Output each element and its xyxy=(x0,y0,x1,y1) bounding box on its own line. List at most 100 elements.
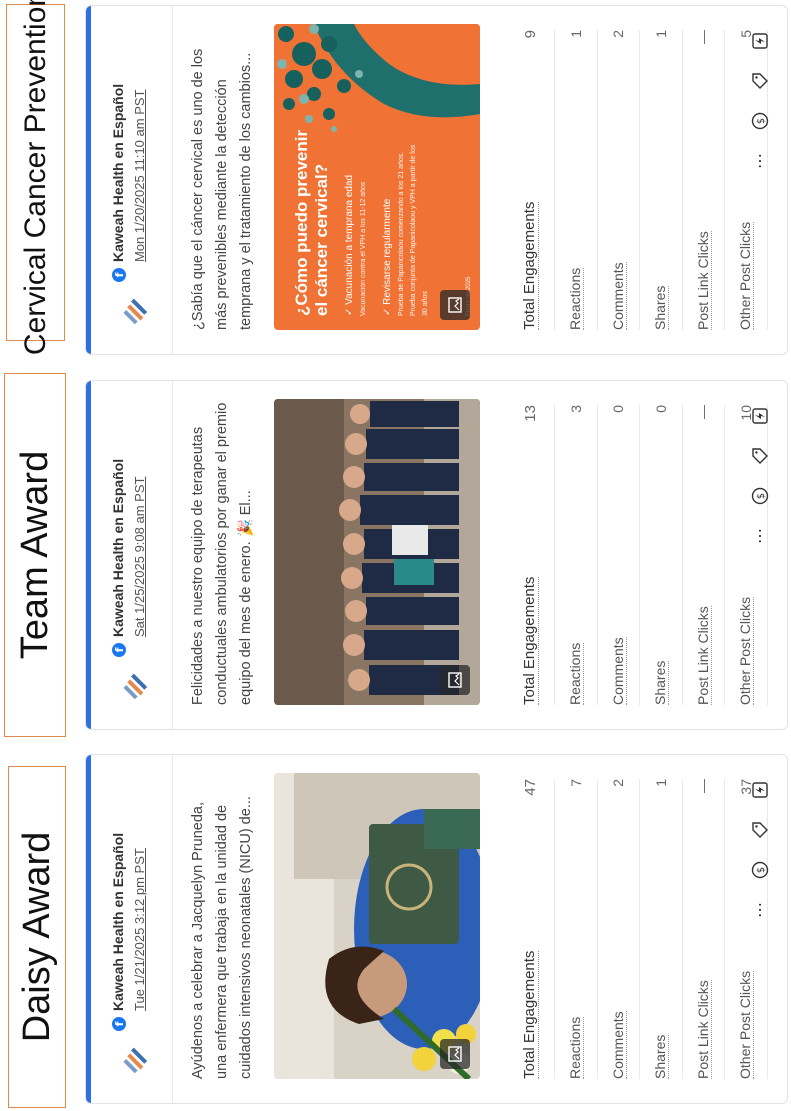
post-image[interactable] xyxy=(274,773,480,1079)
image-icon xyxy=(440,1039,470,1069)
metric-label[interactable]: Reactions xyxy=(567,1016,585,1079)
metric-value: — xyxy=(695,405,712,419)
metric-row: Shares 1 xyxy=(640,30,683,330)
post-date-link[interactable]: Sat 1/25/2025 9:08 am PST xyxy=(132,477,147,637)
team-photo xyxy=(274,399,480,705)
metric-value: 2 xyxy=(610,779,627,787)
metric-label[interactable]: Total Engagements xyxy=(521,950,539,1079)
metric-value: 2 xyxy=(610,30,627,38)
metric-row: Comments 2 xyxy=(597,30,640,330)
post-header: f Kaweah Health en Español Mon 1/20/2025… xyxy=(110,22,156,330)
post-image[interactable] xyxy=(274,399,480,705)
metric-label[interactable]: Total Engagements xyxy=(521,201,539,330)
metric-label[interactable]: Post Link Clicks xyxy=(694,231,712,330)
metric-label[interactable]: Shares xyxy=(652,1034,670,1079)
page-name[interactable]: Kaweah Health en Español xyxy=(110,833,126,1011)
tag-icon[interactable] xyxy=(749,819,771,841)
label-team-award: Team Award xyxy=(4,373,66,737)
metric-label[interactable]: Comments xyxy=(609,1011,627,1079)
metric-value: 0 xyxy=(610,405,627,413)
label-daisy-award: Daisy Award xyxy=(8,766,66,1108)
image-icon xyxy=(440,290,470,320)
metric-row: Total Engagements 47 xyxy=(506,779,555,1079)
check-circle-icon: ✓ xyxy=(344,304,355,316)
dollar-icon[interactable]: $ xyxy=(749,859,771,881)
metric-label[interactable]: Post Link Clicks xyxy=(694,606,712,705)
metric-label[interactable]: Shares xyxy=(652,285,670,330)
label-cervical-cancer-text: Cervical Cancer Prevention xyxy=(18,0,52,356)
divider xyxy=(172,755,173,1103)
metric-label[interactable]: Shares xyxy=(652,660,670,705)
metric-value: 3 xyxy=(567,405,584,413)
post-card-team[interactable]: f Kaweah Health en Español Sat 1/25/2025… xyxy=(85,380,788,730)
post-text: Felicidades a nuestro equipo de terapeut… xyxy=(190,402,254,705)
card-accent-bar xyxy=(86,6,91,354)
dollar-icon[interactable]: $ xyxy=(749,110,771,132)
metrics-table: Total Engagements 47 Reactions 7 Comments 2… xyxy=(506,779,768,1079)
metric-value: 1 xyxy=(567,30,584,38)
label-daisy-award-text: Daisy Award xyxy=(15,831,58,1043)
metric-row: Shares 1 xyxy=(640,779,683,1079)
metric-row: Comments 2 xyxy=(597,779,640,1079)
metrics-table: Total Engagements 9 Reactions 1 Comments 2 … xyxy=(506,30,768,330)
tag-icon[interactable] xyxy=(749,70,771,92)
metrics-table: Total Engagements 13 Reactions 3 Comments 0… xyxy=(506,405,768,705)
kaweah-logo-icon xyxy=(123,673,148,700)
more-icon[interactable]: ⋯ xyxy=(749,150,771,172)
metric-value: — xyxy=(695,779,712,793)
promo-bullet: ✓ Revisarse regularmente Prueba de Papan… xyxy=(382,136,432,316)
promo-title: ¿Cómo puedo prevenir el cáncer cervical? xyxy=(292,129,331,316)
post-actions: ⋯ $ xyxy=(749,405,771,547)
metric-value: 1 xyxy=(652,779,669,787)
facebook-icon: f xyxy=(112,1017,126,1031)
page-name[interactable]: Kaweah Health en Español xyxy=(110,84,126,262)
metric-row: Total Engagements 9 xyxy=(506,30,555,330)
metric-label[interactable]: Reactions xyxy=(567,642,585,705)
boost-icon[interactable] xyxy=(749,405,771,427)
kaweah-logo-icon xyxy=(123,1047,148,1074)
page-name[interactable]: Kaweah Health en Español xyxy=(110,459,126,637)
metric-label[interactable]: Post Link Clicks xyxy=(694,980,712,1079)
metric-row: Post Link Clicks — xyxy=(682,405,725,705)
tag-icon[interactable] xyxy=(749,445,771,467)
label-cervical-cancer: Cervical Cancer Prevention xyxy=(6,0,65,355)
metric-label[interactable]: Other Post Clicks xyxy=(737,596,755,705)
promo-bullet-text: Revisarse regularmente xyxy=(382,198,393,305)
post-image[interactable]: ¿Cómo puedo prevenir el cáncer cervical?… xyxy=(274,24,480,330)
post-date-link[interactable]: Mon 1/20/2025 11:10 am PST xyxy=(132,90,147,262)
metric-row: Shares 0 xyxy=(640,405,683,705)
post-actions: ⋯ $ xyxy=(749,779,771,921)
divider xyxy=(172,381,173,729)
post-date-link[interactable]: Tue 1/21/2025 3:12 pm PST xyxy=(132,848,147,1011)
metric-value: 0 xyxy=(652,405,669,413)
dollar-icon[interactable]: $ xyxy=(749,485,771,507)
metric-label[interactable]: Total Engagements xyxy=(521,576,539,705)
more-icon[interactable]: ⋯ xyxy=(749,525,771,547)
metric-label[interactable]: Comments xyxy=(609,637,627,705)
metric-row: Total Engagements 13 xyxy=(506,405,555,705)
metric-label[interactable]: Comments xyxy=(609,262,627,330)
metric-label[interactable]: Reactions xyxy=(567,267,585,330)
more-icon[interactable]: ⋯ xyxy=(749,899,771,921)
metric-value: 13 xyxy=(521,405,539,422)
facebook-icon: f xyxy=(112,643,126,657)
check-circle-icon: ✓ xyxy=(382,304,393,316)
metric-value: 47 xyxy=(521,779,539,796)
svg-text:$: $ xyxy=(756,867,767,873)
post-text: Ayúdenos a celebrar a Jacquelyn Pruneda,… xyxy=(190,796,254,1079)
metric-row: Reactions 1 xyxy=(555,30,598,330)
metric-row: Reactions 7 xyxy=(555,779,598,1079)
boost-icon[interactable] xyxy=(749,779,771,801)
promo-footer: Enero de 2025 xyxy=(466,276,472,316)
metric-value: — xyxy=(695,30,712,44)
metric-label[interactable]: Other Post Clicks xyxy=(737,970,755,1079)
promo-bullet-sub: Vacunación contra el VPH a los 11-12 año… xyxy=(360,181,367,316)
post-text: ¿Sabía que el cáncer cervical es uno de … xyxy=(190,48,254,330)
post-header: f Kaweah Health en Español Tue 1/21/2025… xyxy=(110,771,156,1079)
boost-icon[interactable] xyxy=(749,30,771,52)
metric-label[interactable]: Other Post Clicks xyxy=(737,221,755,330)
post-card-daisy[interactable]: f Kaweah Health en Español Tue 1/21/2025… xyxy=(85,754,788,1104)
label-team-award-text: Team Award xyxy=(13,450,56,660)
metric-row: Post Link Clicks — xyxy=(682,779,725,1079)
post-card-cervical[interactable]: f Kaweah Health en Español Mon 1/20/2025… xyxy=(85,5,788,355)
